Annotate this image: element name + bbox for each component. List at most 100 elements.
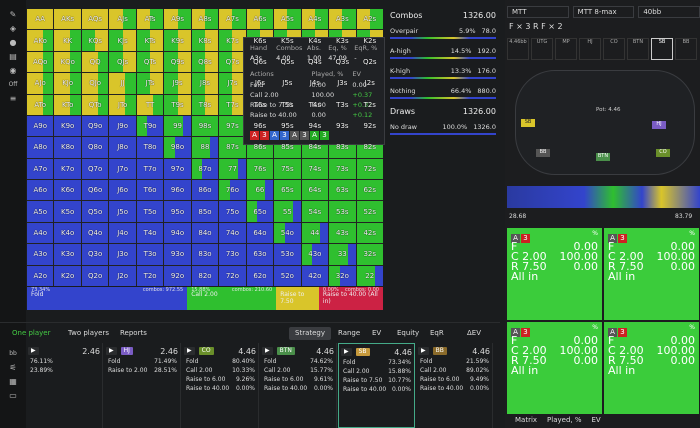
matrix-cell[interactable]: A8s — [191, 9, 219, 30]
matrix-cell[interactable]: AQs — [81, 9, 109, 30]
matrix-cell[interactable]: QTs — [136, 51, 164, 73]
matrix-cell[interactable]: 22 — [356, 265, 383, 286]
tab-5[interactable]: ΔEV — [461, 327, 487, 340]
matrix-cell[interactable]: 54s — [301, 201, 329, 222]
pin-icon[interactable]: ✎ — [8, 10, 18, 20]
seat-bb[interactable]: BB — [536, 149, 550, 157]
matrix-cell[interactable]: 82o — [191, 265, 219, 286]
matrix-cell[interactable]: J9o — [109, 115, 136, 137]
matrix-cell[interactable]: 74s — [301, 158, 329, 180]
matrix-cell[interactable]: A9s — [164, 9, 191, 30]
matrix-cell[interactable]: K9o — [54, 115, 81, 137]
combo-cell[interactable]: A 3% F 0.00 C 2.00 100.00 R 7.50 0.00 All in — [604, 228, 699, 320]
matrix-cell[interactable]: 99 — [164, 115, 191, 137]
matrix-cell[interactable]: TT — [136, 94, 164, 115]
matrix-cell[interactable]: 33 — [329, 244, 356, 265]
matrix-cell[interactable]: T6o — [136, 180, 164, 201]
matrix-cell[interactable]: KJo — [54, 73, 81, 94]
matrix-cell[interactable]: 52s — [356, 201, 383, 222]
matrix-cell[interactable]: K7o — [54, 158, 81, 180]
tab-two-players[interactable]: Two players — [62, 327, 115, 340]
shield-icon[interactable]: ◈ — [8, 24, 18, 34]
tab-3[interactable]: Equity — [391, 327, 425, 340]
play-icon[interactable]: ▶ — [28, 347, 39, 355]
matrix-cell[interactable]: A7s — [219, 9, 246, 30]
play-icon[interactable]: ▶ — [262, 347, 273, 355]
dropdown[interactable]: 40bb — [638, 6, 700, 18]
matrix-cell[interactable]: 97s — [219, 115, 246, 137]
matrix-cell[interactable]: 54o — [274, 222, 301, 244]
view-tab[interactable]: Matrix — [515, 416, 537, 428]
seat-btn[interactable]: BTN — [596, 153, 610, 161]
matrix-cell[interactable]: T8s — [191, 94, 219, 115]
matrix-cell[interactable]: 32o — [329, 265, 356, 286]
matrix-cell[interactable]: A4s — [301, 9, 329, 30]
matrix-cell[interactable]: 86o — [191, 180, 219, 201]
matrix-cell[interactable]: QJs — [109, 51, 136, 73]
matrix-cell[interactable]: 65o — [246, 201, 274, 222]
matrix-cell[interactable]: 98o — [164, 137, 191, 158]
matrix-cell[interactable]: T3o — [136, 244, 164, 265]
view-tab[interactable]: EV — [592, 416, 601, 428]
position-panel[interactable]: ▶ 2.46 76.11% 23.89% — [26, 343, 103, 428]
matrix-cell[interactable]: 72s — [356, 158, 383, 180]
matrix-cell[interactable]: 63o — [246, 244, 274, 265]
matrix-cell[interactable]: 73s — [329, 158, 356, 180]
matrix-cell[interactable]: Q7s — [219, 51, 246, 73]
matrix-cell[interactable]: J3o — [109, 244, 136, 265]
matrix-cell[interactable]: AKo — [27, 30, 54, 51]
matrix-cell[interactable]: AA — [27, 9, 54, 30]
position-panel[interactable]: ▶ HJ 2.46 Fold 71.49% Raise to 2.00 28.51% — [104, 343, 181, 428]
seat-co[interactable]: CO — [656, 149, 670, 157]
combo-cell[interactable]: A 3% F 0.00 C 2.00 100.00 R 7.50 0.00 All in — [507, 228, 602, 320]
matrix-cell[interactable]: 53o — [274, 244, 301, 265]
matrix-cell[interactable]: J6o — [109, 180, 136, 201]
matrix-cell[interactable]: Q9o — [81, 115, 109, 137]
tab-4[interactable]: EqR — [424, 327, 450, 340]
matrix-cell[interactable]: 65s — [274, 180, 301, 201]
matrix-cell[interactable]: K8s — [191, 30, 219, 51]
seat-chip[interactable]: SB — [651, 38, 673, 60]
tab-reports[interactable]: Reports — [114, 327, 153, 340]
play-icon[interactable]: ▶ — [106, 347, 117, 355]
view-tab[interactable]: Played, % — [547, 416, 581, 428]
matrix-cell[interactable]: 88 — [191, 137, 219, 158]
lightbulb-icon[interactable]: ● — [8, 38, 18, 48]
position-panel[interactable]: ▶ BTN 4.46 Fold 74.62% Call 2.00 15.77% Raise t… — [260, 343, 337, 428]
matrix-cell[interactable]: AJo — [27, 73, 54, 94]
card-icon[interactable]: ▭ — [8, 391, 18, 401]
position-panel[interactable]: ▶ CO 4.46 Fold 80.40% Call 2.00 10.33% Raise to… — [182, 343, 259, 428]
matrix-cell[interactable]: 63s — [329, 180, 356, 201]
matrix-cell[interactable]: 95o — [164, 201, 191, 222]
position-panel[interactable]: ▶ SB 4.46 Fold 73.34% Call 2.00 15.88% Raise to… — [338, 343, 415, 428]
matrix-cell[interactable]: A5o — [27, 201, 54, 222]
matrix-cell[interactable]: 42o — [301, 265, 329, 286]
matrix-cell[interactable]: A6s — [246, 9, 274, 30]
seat-chip[interactable]: MP — [555, 38, 577, 60]
matrix-cell[interactable]: 74o — [219, 222, 246, 244]
matrix-cell[interactable]: T2o — [136, 265, 164, 286]
matrix-cell[interactable]: K9s — [164, 30, 191, 51]
matrix-cell[interactable]: AKs — [54, 9, 81, 30]
list-icon[interactable]: ≡ — [8, 94, 18, 104]
matrix-cell[interactable]: JTo — [109, 94, 136, 115]
seat-chip[interactable]: BB — [675, 38, 697, 60]
filter-icon[interactable]: ⚟ — [8, 363, 18, 373]
matrix-cell[interactable]: A7o — [27, 158, 54, 180]
matrix-cell[interactable]: ATs — [136, 9, 164, 30]
matrix-cell[interactable]: 94o — [164, 222, 191, 244]
matrix-cell[interactable]: T7s — [219, 94, 246, 115]
matrix-cell[interactable]: J5o — [109, 201, 136, 222]
matrix-cell[interactable]: 43s — [329, 222, 356, 244]
action-row[interactable]: Raise to 40.00 0.00 +0.12 — [250, 111, 378, 120]
matrix-cell[interactable]: 75s — [274, 158, 301, 180]
matrix-cell[interactable]: ATo — [27, 94, 54, 115]
seat-chip[interactable]: CO — [603, 38, 625, 60]
matrix-cell[interactable]: 87o — [191, 158, 219, 180]
matrix-cell[interactable]: K2o — [54, 265, 81, 286]
matrix-cell[interactable]: 42s — [356, 222, 383, 244]
matrix-cell[interactable]: 96o — [164, 180, 191, 201]
matrix-cell[interactable]: 87s — [219, 137, 246, 158]
play-icon[interactable]: ▶ — [184, 347, 195, 355]
matrix-cell[interactable]: 84o — [191, 222, 219, 244]
